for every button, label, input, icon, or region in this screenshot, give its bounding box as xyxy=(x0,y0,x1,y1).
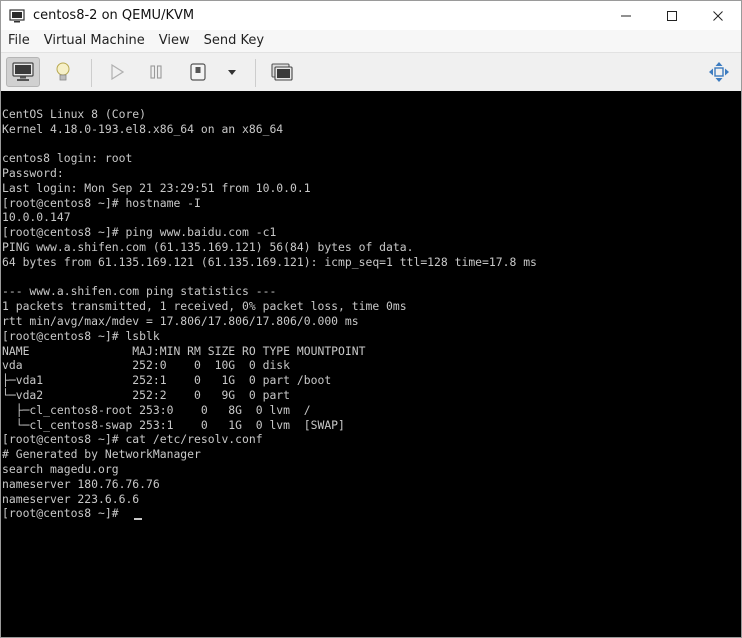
pause-button[interactable] xyxy=(143,57,169,87)
vm-console[interactable]: CentOS Linux 8 (Core) Kernel 4.18.0-193.… xyxy=(1,91,741,637)
terminal-line: 64 bytes from 61.135.169.121 (61.135.169… xyxy=(2,254,537,269)
lightbulb-icon xyxy=(56,62,70,81)
toolbar-separator xyxy=(91,59,92,87)
shutdown-button[interactable] xyxy=(185,57,211,87)
terminal-line: Password: xyxy=(2,166,64,180)
close-button[interactable] xyxy=(695,1,741,30)
terminal-prompt-line: [root@centos8 ~]# xyxy=(2,506,119,521)
terminal-line: centos8 login: root xyxy=(2,151,133,166)
terminal-line: nameserver 223.6.6.6 xyxy=(2,491,140,506)
terminal-line: PING www.a.shifen.com (61.135.169.121) 5… xyxy=(2,240,414,254)
toolbar-separator xyxy=(255,59,256,87)
show-details-button[interactable] xyxy=(50,57,76,87)
terminal-cursor xyxy=(134,518,142,520)
maximize-icon xyxy=(667,10,677,21)
menu-send-key[interactable]: Send Key xyxy=(197,30,271,52)
vm-viewer-window: centos8-2 on QEMU/KVM File Virtual Machi… xyxy=(0,0,742,638)
toolbar xyxy=(1,52,741,92)
window-title: centos8-2 on QEMU/KVM xyxy=(33,8,195,23)
fullscreen-button[interactable] xyxy=(705,57,733,87)
terminal-line: Last login: Mon Sep 21 23:29:51 from 10.… xyxy=(2,180,311,195)
menu-virtual-machine[interactable]: Virtual Machine xyxy=(37,30,152,52)
terminal-line: --- www.a.shifen.com ping statistics --- xyxy=(2,284,277,299)
power-icon xyxy=(190,63,206,81)
minimize-icon xyxy=(621,15,631,16)
terminal-line: [root@centos8 ~]# hostname -I xyxy=(2,195,201,210)
menu-bar: File Virtual Machine View Send Key xyxy=(1,30,741,52)
terminal-line: vda 252:0 0 10G 0 disk xyxy=(2,358,291,373)
vm-app-icon xyxy=(9,8,25,22)
terminal-line: [root@centos8 ~]# lsblk xyxy=(2,328,160,343)
run-button[interactable] xyxy=(104,57,130,87)
terminal-line: └─vda2 252:2 0 9G 0 part xyxy=(2,388,291,402)
terminal-line: search magedu.org xyxy=(2,462,119,476)
monitor-icon xyxy=(12,62,34,81)
screenshot-button[interactable] xyxy=(268,57,296,87)
terminal-line: rtt min/avg/max/mdev = 17.806/17.806/17.… xyxy=(2,314,359,328)
menu-view[interactable]: View xyxy=(152,30,197,52)
menu-file[interactable]: File xyxy=(1,30,37,52)
play-icon xyxy=(111,64,124,80)
close-icon xyxy=(713,10,723,21)
terminal-line: [root@centos8 ~]# ping www.baidu.com -c1 xyxy=(2,225,277,240)
window-controls xyxy=(603,1,741,30)
terminal-line: [root@centos8 ~]# cat /etc/resolv.conf xyxy=(2,432,263,447)
dropdown-arrow-icon xyxy=(228,70,236,75)
terminal-line: 1 packets transmitted, 1 received, 0% pa… xyxy=(2,299,407,314)
show-console-button[interactable] xyxy=(6,57,40,87)
pause-icon xyxy=(150,65,162,79)
terminal-line: ├─cl_centos8-root 253:0 0 8G 0 lvm / xyxy=(2,402,311,417)
fullscreen-move-icon xyxy=(709,62,729,82)
terminal-line: CentOS Linux 8 (Core) xyxy=(2,106,147,121)
screenshot-icon xyxy=(271,63,293,81)
maximize-button[interactable] xyxy=(649,1,695,30)
terminal-line: NAME MAJ:MIN RM SIZE RO TYPE MOUNTPOINT xyxy=(2,343,366,358)
terminal-line: nameserver 180.76.76.76 xyxy=(2,476,160,491)
title-bar[interactable]: centos8-2 on QEMU/KVM xyxy=(1,1,741,30)
terminal-line: └─cl_centos8-swap 253:1 0 1G 0 lvm [SWAP… xyxy=(2,417,345,432)
terminal-line: ├─vda1 252:1 0 1G 0 part /boot xyxy=(2,373,332,388)
terminal-line: # Generated by NetworkManager xyxy=(2,447,201,462)
shutdown-menu-button[interactable] xyxy=(223,57,241,87)
minimize-button[interactable] xyxy=(603,1,649,30)
terminal-line: Kernel 4.18.0-193.el8.x86_64 on an x86_6… xyxy=(2,121,284,136)
terminal-line: 10.0.0.147 xyxy=(2,210,71,225)
